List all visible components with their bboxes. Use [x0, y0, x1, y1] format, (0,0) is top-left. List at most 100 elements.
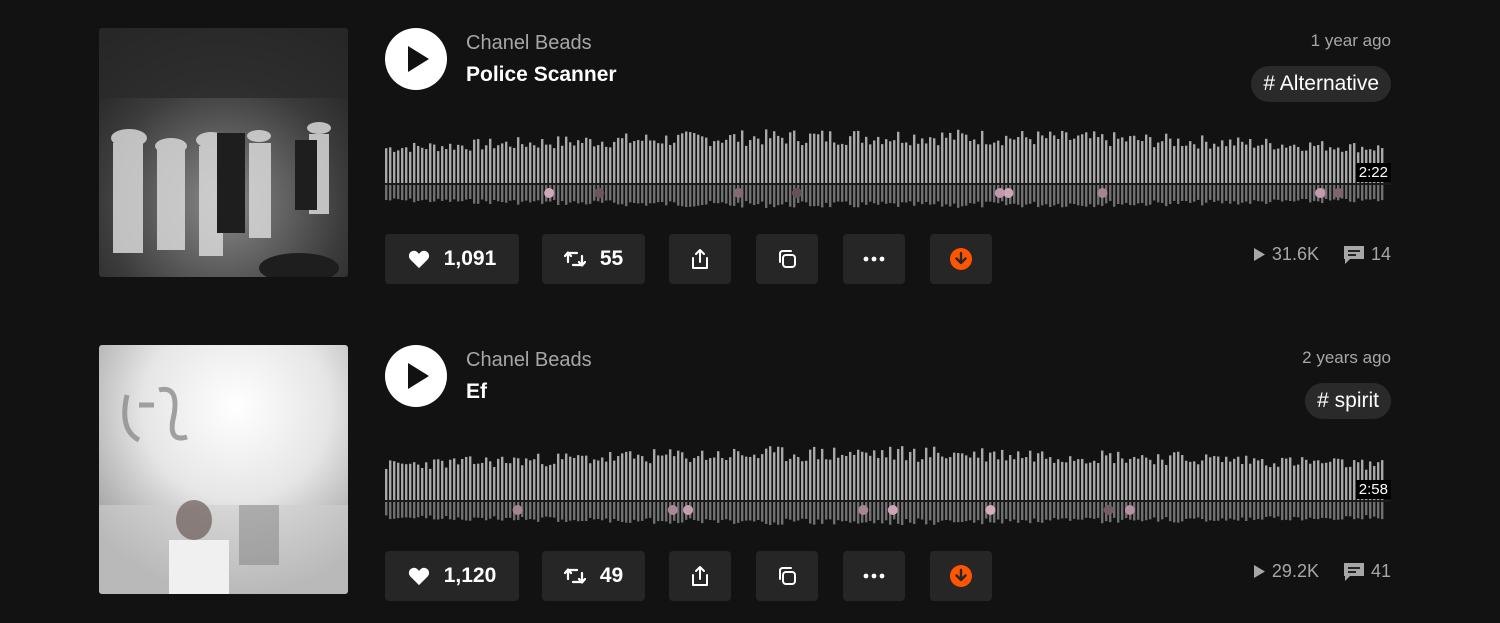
waveform-bar-reflection [661, 502, 664, 522]
comment-avatar[interactable] [858, 505, 869, 515]
download-button[interactable] [930, 234, 992, 284]
comment-avatar[interactable] [733, 188, 744, 198]
waveform[interactable]: 2:22 [385, 118, 1391, 218]
waveform-bar-reflection [701, 502, 704, 524]
waveform-bar-reflection [653, 185, 656, 204]
waveform-bar-reflection [657, 502, 660, 522]
waveform-bar-reflection [1353, 502, 1356, 520]
comment-avatar[interactable] [1333, 188, 1344, 198]
repost-button[interactable]: 49 [542, 551, 645, 601]
track-artist[interactable]: Chanel Beads [466, 349, 592, 372]
comment-count-stat[interactable]: 41 [1343, 561, 1391, 582]
copy-link-button[interactable] [756, 551, 818, 601]
download-button[interactable] [930, 551, 992, 601]
waveform-bar [581, 455, 584, 501]
waveform-bar [1209, 457, 1212, 501]
track-title[interactable]: Police Scanner [466, 63, 617, 87]
track-artwork[interactable] [99, 345, 348, 594]
comment-avatar[interactable] [985, 505, 996, 515]
comment-avatar[interactable] [683, 505, 694, 515]
comment-avatar[interactable] [594, 188, 605, 198]
comment-avatar[interactable] [994, 188, 1005, 198]
waveform-bar [1113, 463, 1116, 501]
more-button[interactable] [843, 234, 905, 284]
waveform-bar [617, 137, 620, 184]
waveform-bar-reflection [505, 185, 508, 203]
waveform-bar-reflection [1377, 502, 1380, 519]
waveform-bar-reflection [1349, 502, 1352, 517]
waveform-bar [1213, 456, 1216, 501]
comment-avatar[interactable] [1003, 188, 1014, 198]
waveform-bar-reflection [805, 185, 808, 203]
waveform-bar-reflection [817, 502, 820, 520]
waveform-bar [509, 146, 512, 184]
waveform-bar-reflection [477, 185, 480, 204]
waveform-bar-reflection [1189, 185, 1192, 204]
waveform-bar-reflection [609, 185, 612, 201]
comment-avatar[interactable] [887, 505, 898, 515]
waveform-bar [1089, 462, 1092, 501]
comment-avatar[interactable] [544, 188, 555, 198]
waveform-bar-reflection [1341, 502, 1344, 520]
waveform-bar [825, 459, 828, 501]
track-title[interactable]: Ef [466, 380, 487, 404]
like-button[interactable]: 1,091 [385, 234, 519, 284]
waveform-bar-reflection [469, 502, 472, 521]
waveform-bar-reflection [1149, 185, 1152, 205]
waveform-bar-reflection [645, 502, 648, 519]
waveform-bar [1305, 459, 1308, 501]
waveform-bar [953, 452, 956, 501]
waveform-bar-reflection [665, 502, 668, 522]
waveform-bar-reflection [1081, 502, 1084, 520]
comment-avatar[interactable] [667, 505, 678, 515]
waveform-bar-reflection [937, 185, 940, 202]
copy-link-button[interactable] [756, 234, 818, 284]
repost-icon [563, 566, 586, 586]
waveform-bar [1201, 460, 1204, 501]
waveform-bar-reflection [781, 185, 784, 205]
share-button[interactable] [669, 551, 731, 601]
track-artwork[interactable] [99, 28, 348, 277]
waveform-bar-reflection [1049, 502, 1052, 521]
waveform-bar [581, 142, 584, 184]
waveform-bar [613, 141, 616, 184]
more-button[interactable] [843, 551, 905, 601]
waveform[interactable]: 2:58 [385, 435, 1391, 535]
comment-avatar[interactable] [512, 505, 523, 515]
waveform-bar-reflection [777, 502, 780, 525]
waveform-bar [749, 140, 752, 184]
waveform-bar [605, 461, 608, 501]
waveform-bar [769, 138, 772, 184]
waveform-bar-reflection [837, 185, 840, 202]
waveform-bar-reflection [737, 502, 740, 523]
track-artist[interactable]: Chanel Beads [466, 32, 592, 55]
play-button[interactable] [385, 28, 447, 90]
comment-avatar[interactable] [1103, 505, 1114, 515]
waveform-bar [921, 138, 924, 184]
comment-avatar[interactable] [1097, 188, 1108, 198]
like-button[interactable]: 1,120 [385, 551, 519, 601]
waveform-bar [865, 452, 868, 501]
repost-button[interactable]: 55 [542, 234, 645, 284]
genre-tag[interactable]: # spirit [1305, 383, 1391, 419]
waveform-bar [1105, 455, 1108, 501]
waveform-bar-reflection [1073, 502, 1076, 519]
waveform-bar-reflection [421, 185, 424, 201]
waveform-bar [1077, 459, 1080, 501]
play-button[interactable] [385, 345, 447, 407]
genre-tag[interactable]: # Alternative [1251, 66, 1391, 102]
waveform-bar [1309, 142, 1312, 184]
waveform-bar [1013, 139, 1016, 184]
waveform-bar [813, 133, 816, 184]
plays-icon [1253, 565, 1265, 578]
waveform-bar [837, 144, 840, 184]
comment-avatar[interactable] [1124, 505, 1135, 515]
comment-count-stat[interactable]: 14 [1343, 244, 1391, 265]
share-button[interactable] [669, 234, 731, 284]
waveform-bar-reflection [449, 502, 452, 520]
waveform-bar [505, 141, 508, 184]
waveform-bar [777, 135, 780, 184]
comment-avatar[interactable] [1315, 188, 1326, 198]
waveform-bar-reflection [397, 185, 400, 200]
comment-avatar[interactable] [791, 188, 802, 198]
